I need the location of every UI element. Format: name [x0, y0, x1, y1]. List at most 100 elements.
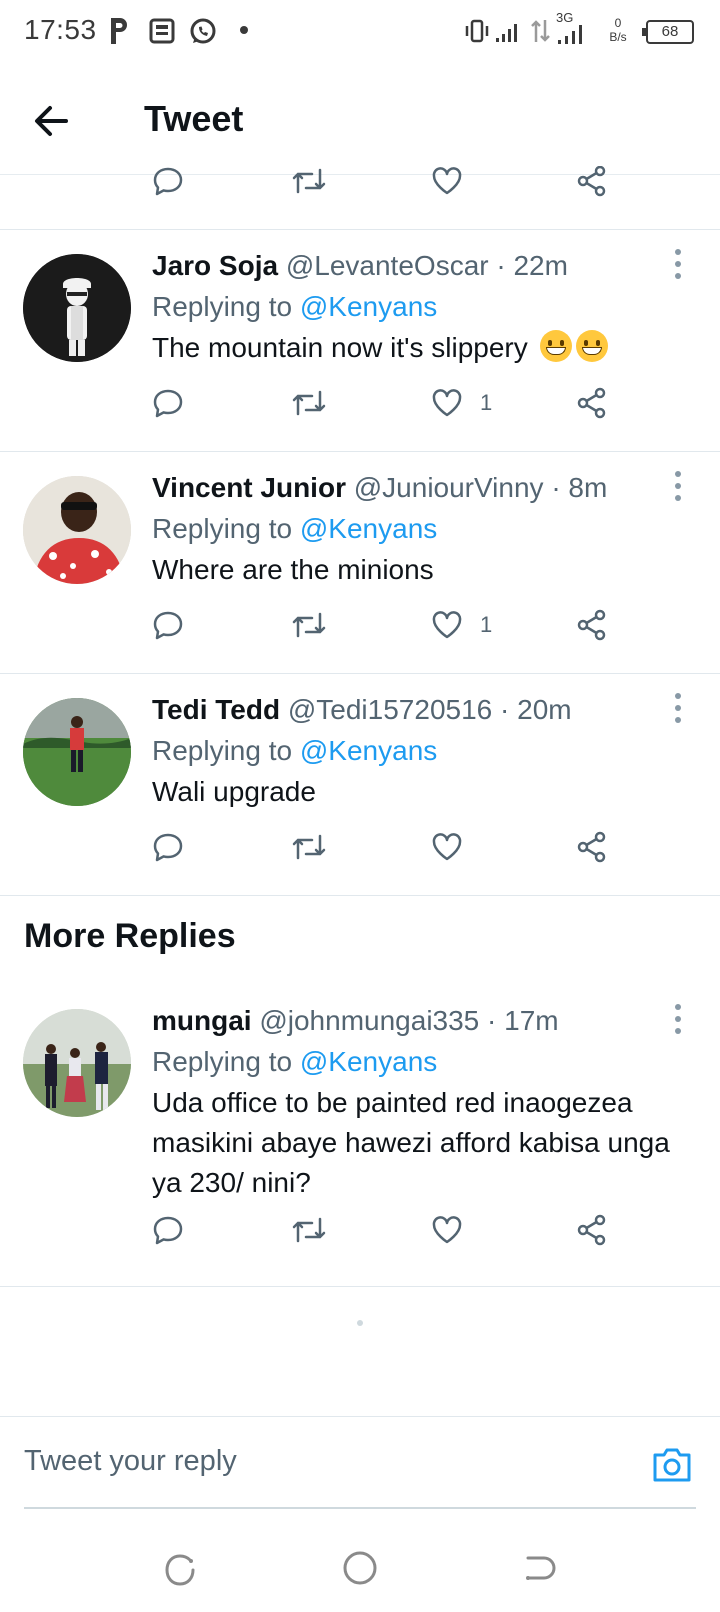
avatar[interactable] [23, 254, 131, 362]
tweet-text: The mountain now it's slippery [152, 328, 692, 368]
tweet-header: mungai @johnmungai335 · 17m [152, 1005, 559, 1037]
heart-icon [432, 167, 462, 195]
replying-to-label: Replying to [152, 291, 293, 322]
recents-icon [165, 1554, 195, 1586]
reply-button[interactable] [151, 822, 185, 872]
reply-input[interactable]: Tweet your reply [24, 1445, 237, 1478]
mention-link[interactable]: @Kenyans [300, 513, 437, 544]
reply-tweet[interactable]: Jaro Soja @LevanteOscar · 22m Replying t… [0, 230, 720, 451]
back-button[interactable] [26, 96, 76, 146]
tweet-time: · 20m [500, 694, 572, 725]
user-handle[interactable]: @LevanteOscar [286, 250, 489, 281]
retweet-button[interactable] [290, 822, 328, 872]
share-button[interactable] [575, 600, 609, 650]
reply-tweet[interactable]: mungai @johnmungai335 · 17m Replying to … [0, 985, 720, 1285]
tweet-actions [0, 822, 720, 872]
like-count: 1 [480, 612, 493, 637]
grinning-emoji-icon [539, 330, 572, 362]
tweet-body: The mountain now it's slippery [152, 332, 528, 363]
signal-icon-1 [494, 16, 522, 46]
camera-icon [653, 1448, 691, 1482]
like-count: 1 [480, 390, 493, 415]
more-options-icon[interactable] [668, 466, 688, 506]
news-notification-icon [148, 16, 176, 46]
reply-button[interactable] [151, 1205, 185, 1255]
reply-tweet[interactable]: Vincent Junior @JuniourVinny · 8m Replyi… [0, 452, 720, 673]
battery-icon: 68 [642, 20, 694, 44]
user-handle[interactable]: @JuniourVinny [354, 472, 544, 503]
user-name[interactable]: Vincent Junior [152, 472, 346, 503]
tweet-actions [0, 1205, 720, 1255]
share-button[interactable] [575, 378, 609, 428]
user-name[interactable]: mungai [152, 1005, 252, 1036]
mention-link[interactable]: @Kenyans [300, 291, 437, 322]
nav-back-button[interactable] [520, 1550, 560, 1590]
share-button[interactable] [575, 1205, 609, 1255]
mention-link[interactable]: @Kenyans [300, 735, 437, 766]
retweet-button[interactable] [290, 1205, 328, 1255]
tweet-header: Jaro Soja @LevanteOscar · 22m [152, 250, 568, 282]
retweet-button[interactable] [290, 166, 328, 206]
heart-icon [432, 833, 462, 861]
tweet-actions: 1 [0, 600, 720, 650]
reply-button[interactable] [151, 166, 185, 206]
more-options-icon[interactable] [668, 244, 688, 284]
tweet-time: · 8m [551, 472, 608, 503]
more-options-icon[interactable] [668, 999, 688, 1039]
reply-button[interactable] [151, 378, 185, 428]
replying-to-label: Replying to [152, 1046, 293, 1077]
divider [0, 895, 720, 896]
tweet-header: Vincent Junior @JuniourVinny · 8m [152, 472, 607, 504]
status-time: 17:53 [24, 14, 97, 45]
divider [0, 1286, 720, 1287]
share-button[interactable] [575, 822, 609, 872]
retweet-icon [292, 390, 326, 416]
like-button[interactable]: 1 [430, 378, 492, 428]
home-icon [343, 1551, 377, 1585]
reply-icon [153, 611, 183, 640]
user-handle[interactable]: @johnmungai335 [259, 1005, 479, 1036]
tweet-actions-partial [0, 166, 720, 206]
grinning-emoji-icon [575, 330, 608, 362]
share-button[interactable] [575, 166, 609, 206]
reply-icon [153, 833, 183, 862]
avatar[interactable] [23, 476, 131, 584]
avatar[interactable] [23, 698, 131, 806]
like-button[interactable]: 1 [430, 600, 492, 650]
page-title: Tweet [144, 98, 244, 139]
like-button[interactable] [430, 166, 464, 206]
replying-to: Replying to @Kenyans [152, 1046, 437, 1078]
reply-tweet[interactable]: Tedi Tedd @Tedi15720516 · 20m Replying t… [0, 674, 720, 895]
system-nav-bar [0, 1530, 720, 1612]
nav-back-icon [526, 1556, 556, 1580]
home-button[interactable] [340, 1548, 380, 1588]
share-icon [577, 831, 606, 863]
like-button[interactable] [430, 1205, 480, 1255]
data-speed-value: 0 [614, 16, 622, 30]
replying-to-label: Replying to [152, 513, 293, 544]
loading-indicator [357, 1320, 363, 1326]
replying-to-label: Replying to [152, 735, 293, 766]
data-speed-unit: B/s [609, 30, 627, 44]
tweet-text: Uda office to be painted red inaogezea m… [152, 1087, 670, 1198]
user-handle[interactable]: @Tedi15720516 [288, 694, 492, 725]
section-title: More Replies [24, 917, 236, 955]
tweet-text: Where are the minions [152, 554, 434, 585]
camera-button[interactable] [650, 1443, 694, 1487]
recents-button[interactable] [160, 1550, 200, 1590]
user-name[interactable]: Jaro Soja [152, 250, 278, 281]
share-icon [577, 1214, 606, 1246]
top-app-bar: Tweet [0, 66, 720, 175]
battery-level: 68 [661, 23, 679, 40]
retweet-button[interactable] [290, 378, 328, 428]
mention-link[interactable]: @Kenyans [300, 1046, 437, 1077]
signal-icon-2 [556, 22, 586, 46]
share-icon [577, 166, 606, 197]
tweet-time: · 17m [487, 1005, 559, 1036]
reply-button[interactable] [151, 600, 185, 650]
like-button[interactable] [430, 822, 480, 872]
retweet-button[interactable] [290, 600, 328, 650]
user-name[interactable]: Tedi Tedd [152, 694, 280, 725]
more-options-icon[interactable] [668, 688, 688, 728]
avatar[interactable] [23, 1009, 131, 1117]
